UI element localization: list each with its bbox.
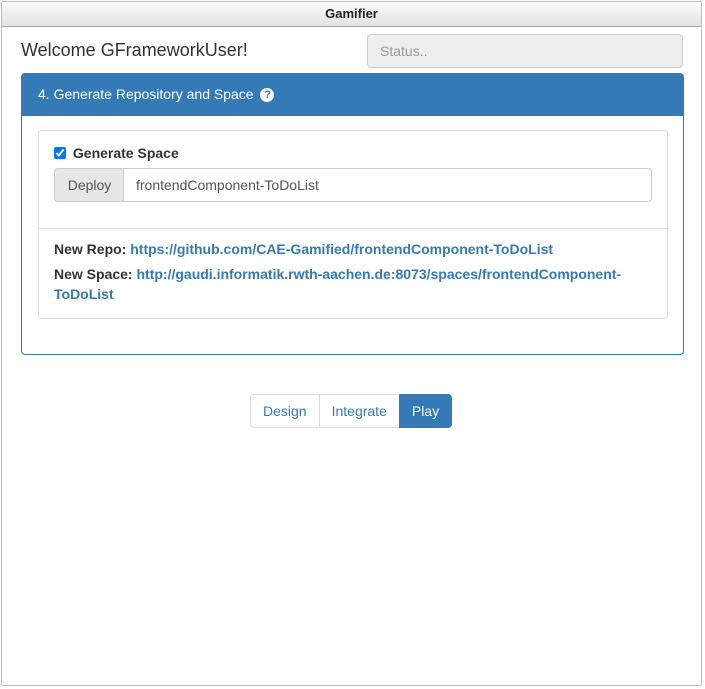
tab-integrate[interactable]: Integrate [318, 394, 400, 428]
generate-panel: 4. Generate Repository and Space ? Gener… [21, 73, 684, 355]
tab-play[interactable]: Play [398, 394, 453, 428]
question-circle-icon[interactable]: ? [260, 88, 275, 102]
panel-title: 4. Generate Repository and Space [38, 86, 254, 102]
new-space-label: New Space: [54, 266, 133, 282]
status-input[interactable] [367, 34, 683, 68]
new-repo-row: New Repo: https://github.com/CAE-Gamifie… [54, 239, 654, 259]
generate-space-label: Generate Space [72, 145, 179, 161]
tab-design[interactable]: Design [250, 394, 320, 428]
generate-space-checkbox[interactable] [54, 147, 66, 159]
top-bar: Welcome GFrameworkUser! [21, 34, 683, 68]
divider [39, 228, 667, 229]
generate-space-box: Generate Space Deploy New Repo: https://… [38, 130, 668, 319]
new-space-link[interactable]: http://gaudi.informatik.rwth-aachen.de:8… [54, 266, 621, 302]
welcome-message: Welcome GFrameworkUser! [21, 40, 248, 60]
generate-space-checkbox-row[interactable]: Generate Space [54, 145, 179, 161]
new-repo-link[interactable]: https://github.com/CAE-Gamified/frontend… [130, 241, 553, 257]
mode-tabs: Design Integrate Play [250, 394, 453, 428]
new-repo-label: New Repo: [54, 241, 127, 257]
deploy-input-group: Deploy [54, 168, 652, 202]
app-window: Gamifier Welcome GFrameworkUser! 4. Gene… [1, 1, 702, 686]
result-info: New Repo: https://github.com/CAE-Gamifie… [54, 239, 654, 309]
deploy-button[interactable]: Deploy [54, 168, 124, 202]
new-space-row: New Space: http://gaudi.informatik.rwth-… [54, 264, 654, 304]
panel-heading: 4. Generate Repository and Space ? [22, 74, 683, 116]
space-name-input[interactable] [123, 168, 652, 202]
window-title: Gamifier [2, 2, 701, 27]
